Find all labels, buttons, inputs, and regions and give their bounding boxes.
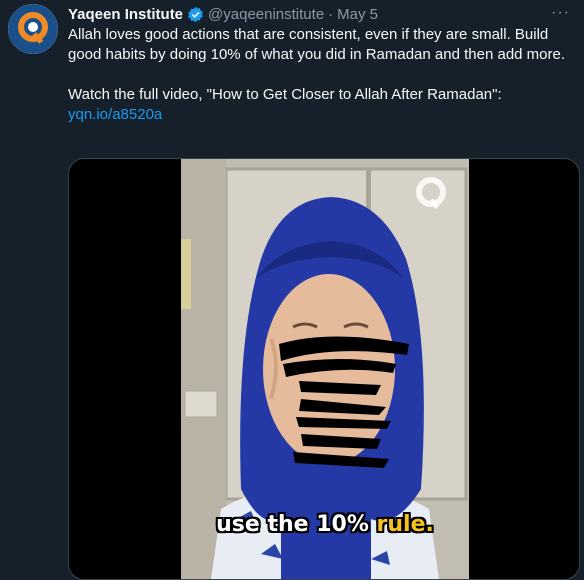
video-frame: use the 10% rule.	[181, 159, 469, 579]
video-player[interactable]: use the 10% rule.	[68, 158, 580, 580]
verified-badge-icon	[187, 6, 204, 23]
yaqeen-watermark-icon	[416, 177, 446, 210]
tweet-link[interactable]: yqn.io/a8520a	[68, 106, 162, 123]
avatar[interactable]	[8, 4, 58, 54]
tweet-header: Yaqeen Institute @yaqeeninstitute · May …	[68, 4, 378, 24]
caption-accent: rule.	[376, 512, 434, 537]
caption-text: use the 10%	[216, 512, 377, 537]
yaqeen-logo-icon	[8, 4, 58, 54]
tweet-body-line-2: Watch the full video, "How to Get Closer…	[68, 86, 502, 103]
tweet-text: Allah loves good actions that are consis…	[68, 25, 574, 125]
author-handle[interactable]: @yaqeeninstitute	[208, 6, 324, 23]
tweet-date[interactable]: May 5	[337, 6, 378, 23]
tweet-card[interactable]: Yaqeen Institute @yaqeeninstitute · May …	[0, 0, 584, 580]
video-caption: use the 10% rule.	[181, 512, 469, 537]
more-options-icon[interactable]: ···	[551, 4, 570, 22]
separator-dot: ·	[328, 5, 334, 23]
author-name[interactable]: Yaqeen Institute	[68, 6, 183, 23]
tweet-body-line: Allah loves good actions that are consis…	[68, 26, 566, 63]
